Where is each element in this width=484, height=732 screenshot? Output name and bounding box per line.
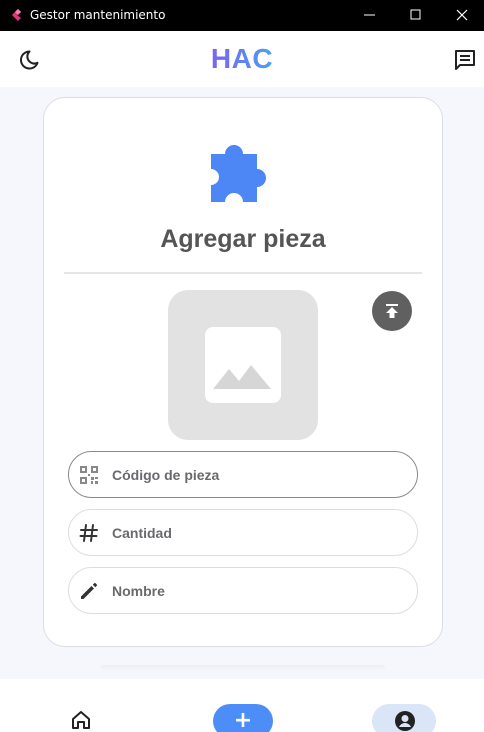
pencil-icon <box>81 583 97 599</box>
add-part-card: Agregar pieza Código de pieza Cantidad N… <box>43 97 443 647</box>
app-logo-icon <box>12 9 21 21</box>
brand-logo: HAC <box>0 43 484 75</box>
brand-text: HAC <box>210 43 274 74</box>
quantity-field[interactable]: Cantidad <box>68 509 418 556</box>
title-divider <box>64 272 422 274</box>
hash-icon <box>79 524 98 542</box>
window-titlebar: Gestor mantenimiento <box>0 0 484 31</box>
part-code-field[interactable]: Código de pieza <box>68 451 418 498</box>
upload-image-button[interactable] <box>372 291 412 331</box>
account-icon <box>395 711 415 731</box>
app-header: HAC <box>0 31 484 87</box>
qr-code-icon <box>80 466 98 484</box>
minimize-icon <box>364 14 375 16</box>
window-title: Gestor mantenimiento <box>30 8 166 22</box>
quantity-placeholder: Cantidad <box>112 525 172 541</box>
name-field[interactable]: Nombre <box>68 567 418 614</box>
upload-icon <box>386 304 398 318</box>
close-button[interactable] <box>439 0 484 31</box>
scroll-shadow <box>100 665 385 671</box>
image-icon <box>205 327 281 403</box>
part-image-placeholder[interactable] <box>168 290 318 440</box>
home-icon[interactable] <box>70 709 92 731</box>
maximize-icon <box>410 9 421 20</box>
minimize-button[interactable] <box>347 0 393 31</box>
close-icon <box>456 9 468 21</box>
bottom-navigation: + <box>0 679 484 732</box>
chat-icon[interactable] <box>453 48 477 72</box>
profile-button[interactable] <box>372 704 436 732</box>
maximize-button[interactable] <box>393 0 439 31</box>
part-code-placeholder: Código de pieza <box>112 467 220 483</box>
add-button[interactable]: + <box>213 704 273 732</box>
puzzle-icon <box>211 145 266 202</box>
plus-icon: + <box>233 708 253 732</box>
name-placeholder: Nombre <box>112 583 165 599</box>
page-title: Agregar pieza <box>160 225 326 253</box>
